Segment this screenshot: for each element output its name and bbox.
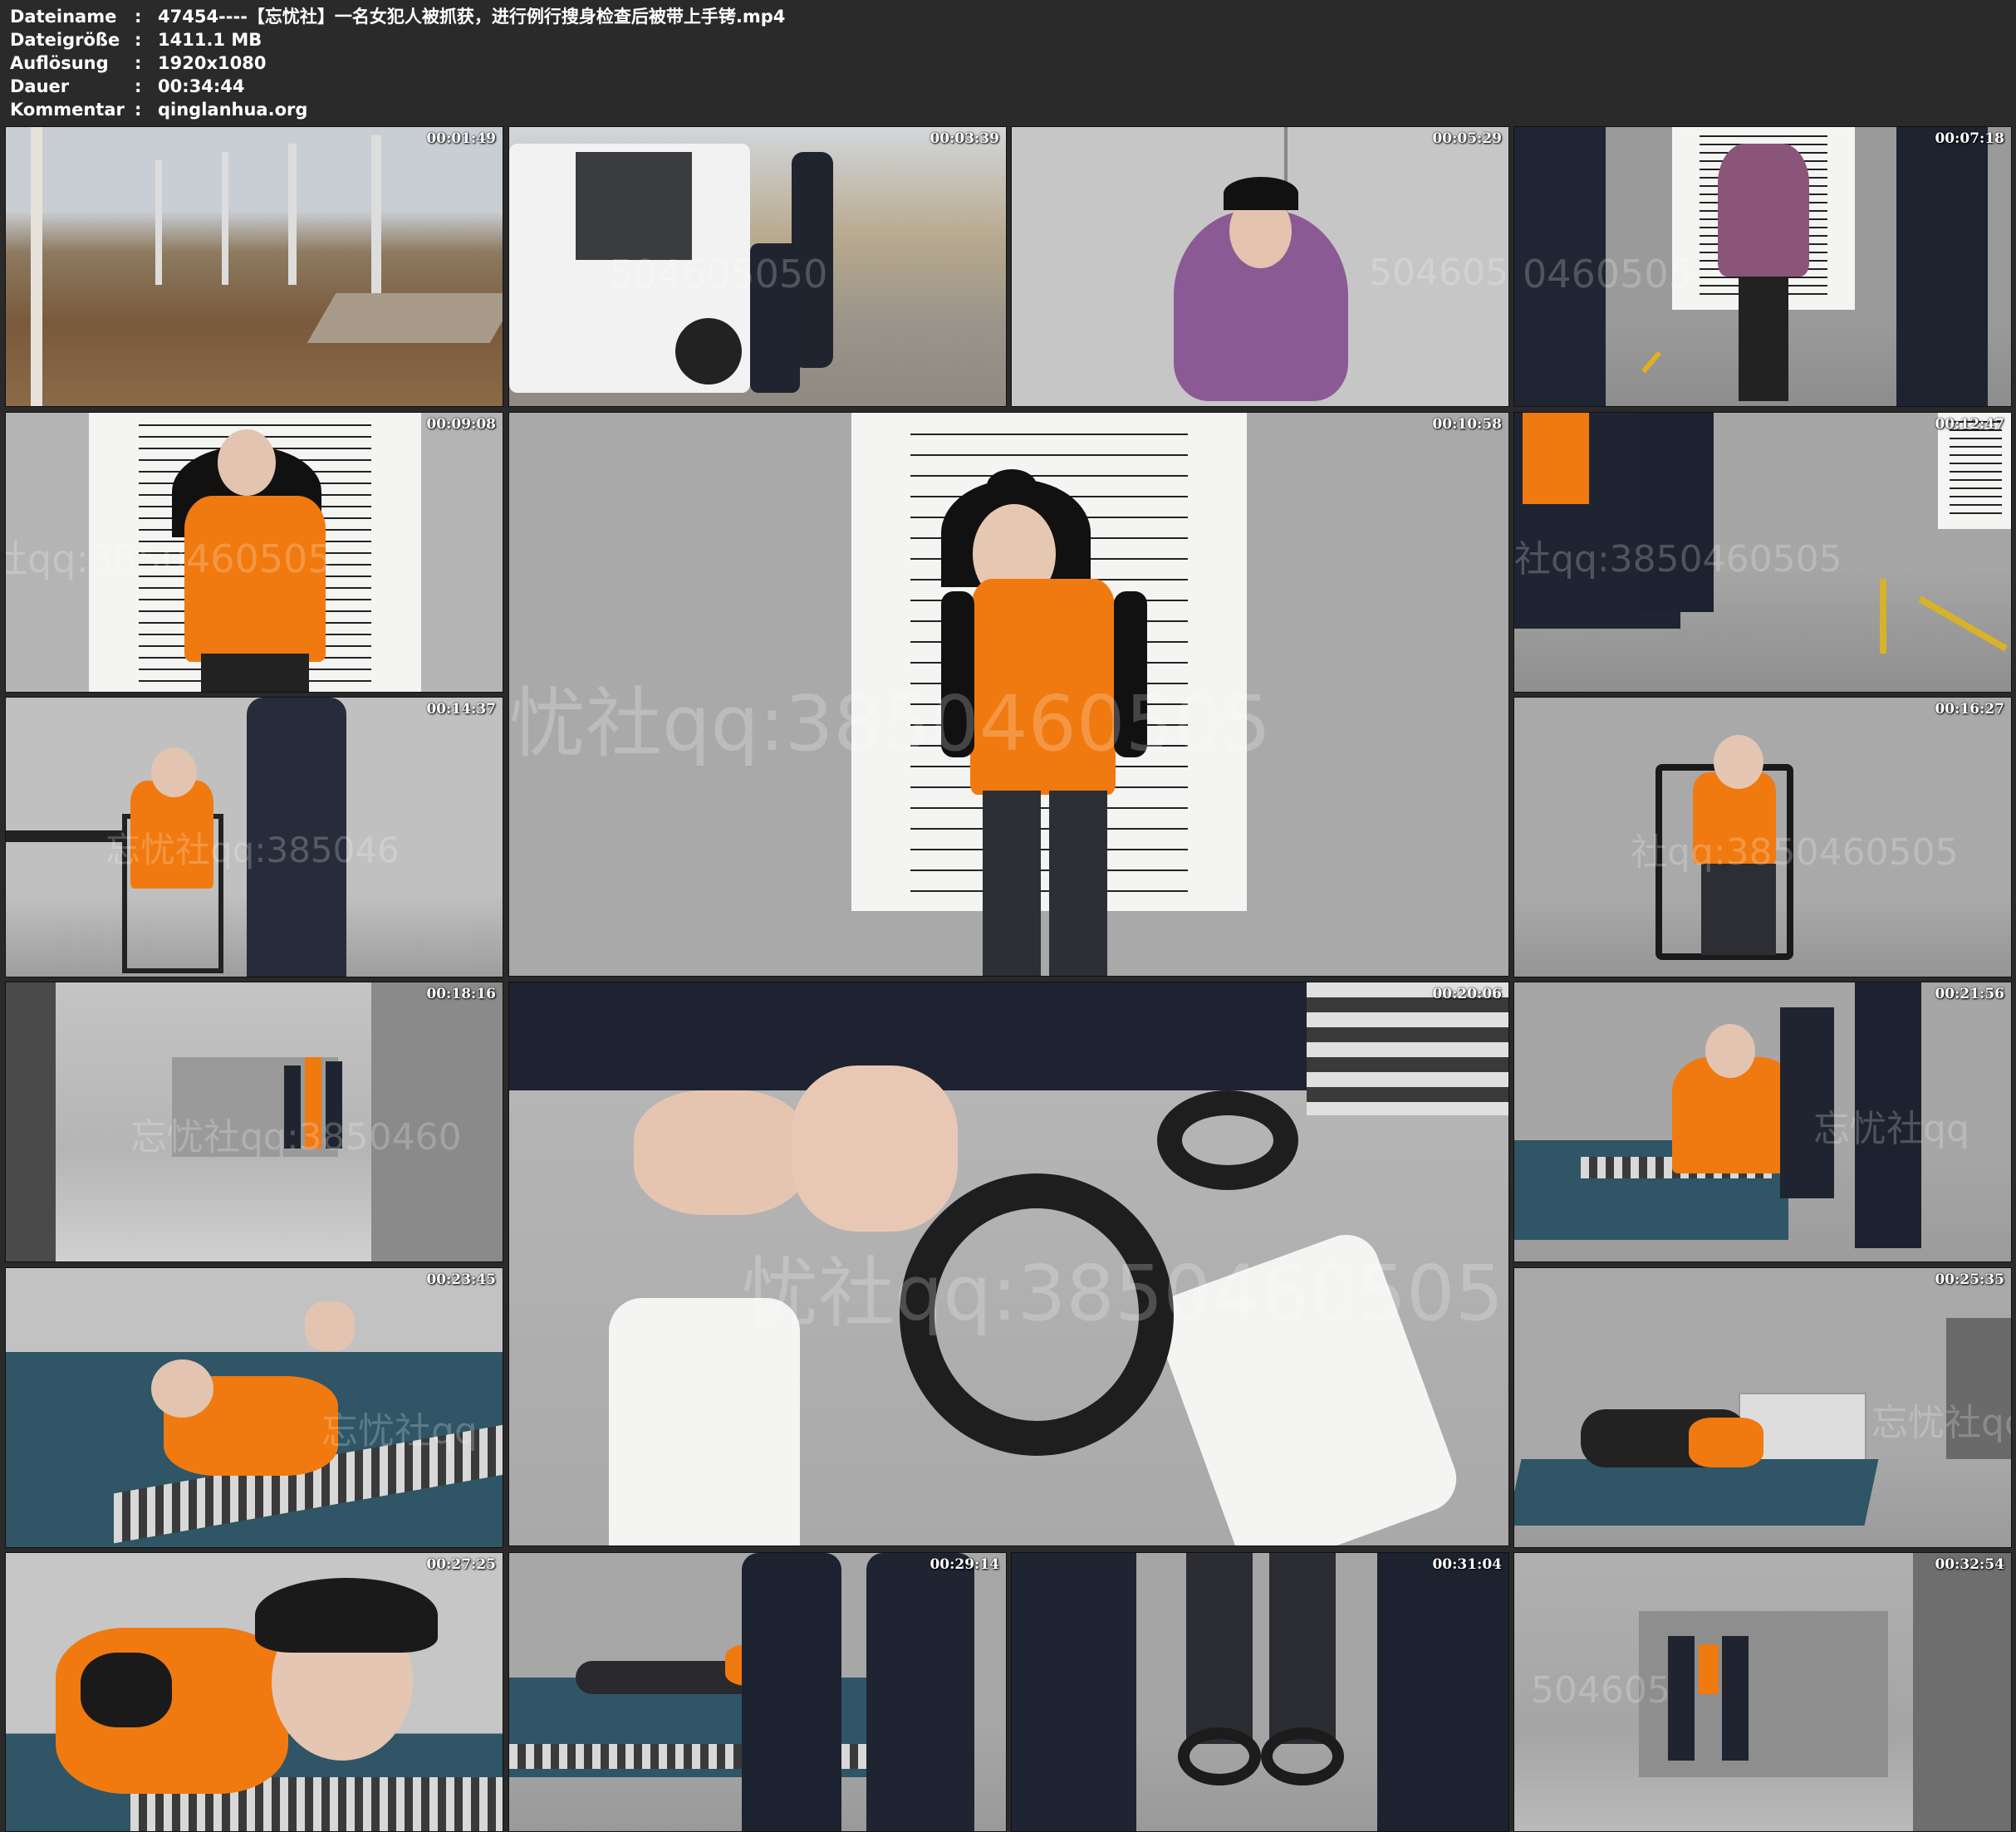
watermark: 社qq:3850460505 <box>1631 831 1959 874</box>
watermark: 504605050 <box>609 252 828 296</box>
ruler-tick <box>1949 504 2002 506</box>
ruler-tick <box>1949 454 2002 456</box>
info-sep: : <box>135 100 142 120</box>
info-value: 1920x1080 <box>158 53 267 73</box>
thumbnail-11-large[interactable]: 忧社qq:3850460505 00:20:06 <box>508 982 1509 1546</box>
ruler-tick <box>1949 487 2002 489</box>
thumbnail-16[interactable]: 00:29:14 <box>508 1552 1007 1832</box>
watermark: 忧社qq:3850460505 <box>742 1249 1504 1338</box>
timestamp: 00:27:25 <box>426 1556 496 1573</box>
watermark: 忘忧社qq:3850460 <box>130 1116 462 1158</box>
watermark: 忘忧社qq <box>321 1410 478 1452</box>
info-sep: : <box>135 76 142 96</box>
thumbnail-4[interactable]: 0460505 00:07:18 <box>1513 126 2012 407</box>
timestamp: 00:03:39 <box>930 130 999 147</box>
info-row-comment: Kommentar : qinglanhua.org <box>10 98 785 121</box>
info-key: Dateiname <box>10 7 117 27</box>
file-info-header: Dateiname : 47454----【忘忧社】一名女犯人被抓获，进行例行搜… <box>10 5 785 121</box>
ruler-tick <box>1949 479 2002 481</box>
info-row-filesize: Dateigröße : 1411.1 MB <box>10 28 785 51</box>
thumbnail-3[interactable]: 504605 00:05:29 <box>1011 126 1509 407</box>
thumbnail-18[interactable]: 504605 00:32:54 <box>1513 1552 2012 1832</box>
ruler-tick <box>910 454 1188 456</box>
thumbnail-17[interactable]: 00:31:04 <box>1011 1552 1509 1832</box>
timestamp: 00:20:06 <box>1432 986 1502 1002</box>
watermark: 社qq:3850460505 <box>1514 538 1842 580</box>
info-sep: : <box>135 7 142 27</box>
info-key: Auflösung <box>10 53 109 73</box>
watermark: 504605 <box>1531 1669 1670 1712</box>
timestamp: 00:29:14 <box>930 1556 999 1573</box>
timestamp: 00:01:49 <box>426 130 496 147</box>
ruler-tick <box>1949 446 2002 448</box>
thumbnail-7[interactable]: 社qq:3850460505 00:12:47 <box>1513 412 2012 693</box>
ruler-tick <box>139 424 371 426</box>
timestamp: 00:05:29 <box>1432 130 1502 147</box>
ruler-tick <box>1700 135 1827 137</box>
thumbnail-14[interactable]: 忘忧社qq 00:25:35 <box>1513 1267 2012 1548</box>
info-key: Dauer <box>10 76 70 96</box>
info-value: 47454----【忘忧社】一名女犯人被抓获，进行例行搜身检查后被带上手铐.mp… <box>158 7 786 27</box>
watermark: 504605 <box>1369 252 1508 294</box>
timestamp: 00:21:56 <box>1935 986 2004 1002</box>
thumbnail-12[interactable]: 忘忧社qq 00:21:56 <box>1513 982 2012 1262</box>
timestamp: 00:14:37 <box>426 701 496 718</box>
timestamp: 00:16:27 <box>1935 701 2004 718</box>
watermark: 忘忧社qq:385046 <box>105 830 400 870</box>
watermark: 忘忧社qq <box>1871 1402 2011 1444</box>
timestamp: 00:25:35 <box>1935 1271 2004 1288</box>
info-row-duration: Dauer : 00:34:44 <box>10 75 785 98</box>
timestamp: 00:32:54 <box>1935 1556 2004 1573</box>
timestamp: 00:10:58 <box>1432 416 1502 433</box>
watermark: 社qq:3850460505 <box>5 536 332 581</box>
info-key: Kommentar <box>10 100 125 120</box>
timestamp: 00:18:16 <box>426 986 496 1002</box>
ruler-tick <box>1949 471 2002 473</box>
watermark: 0460505 <box>1523 252 1693 296</box>
info-key: Dateigröße <box>10 30 120 50</box>
timestamp: 00:31:04 <box>1432 1556 1502 1573</box>
watermark: 忧社qq:3850460505 <box>509 679 1272 768</box>
thumbnail-5[interactable]: 社qq:3850460505 00:09:08 <box>5 412 503 693</box>
ruler-tick <box>910 475 1188 477</box>
info-value: 1411.1 MB <box>158 30 262 50</box>
info-value: qinglanhua.org <box>158 100 308 120</box>
thumbnail-2[interactable]: 504605050 00:03:39 <box>508 126 1007 407</box>
ruler-tick <box>910 434 1188 435</box>
thumbnail-10[interactable]: 忘忧社qq:3850460 00:18:16 <box>5 982 503 1262</box>
timestamp: 00:12:47 <box>1935 416 2004 433</box>
ruler-tick <box>1949 512 2002 514</box>
info-row-resolution: Auflösung : 1920x1080 <box>10 51 785 75</box>
thumbnail-15[interactable]: 00:27:25 <box>5 1552 503 1832</box>
info-sep: : <box>135 30 142 50</box>
thumbnail-9[interactable]: 社qq:3850460505 00:16:27 <box>1513 697 2012 977</box>
timestamp: 00:07:18 <box>1935 130 2004 147</box>
info-sep: : <box>135 53 142 73</box>
thumbnail-13[interactable]: 忘忧社qq 00:23:45 <box>5 1267 503 1548</box>
ruler-tick <box>1949 438 2002 439</box>
info-value: 00:34:44 <box>158 76 245 96</box>
thumbnail-8[interactable]: 忘忧社qq:385046 00:14:37 <box>5 697 503 977</box>
ruler-tick <box>1949 463 2002 464</box>
scene-outdoor-trees <box>6 127 503 406</box>
watermark: 忘忧社qq <box>1813 1108 1969 1150</box>
ruler-tick <box>1949 496 2002 497</box>
thumbnail-6-large[interactable]: 忧社qq:3850460505 00:10:58 <box>508 412 1509 977</box>
thumbnail-1[interactable]: 00:01:49 <box>5 126 503 407</box>
timestamp: 00:09:08 <box>426 416 496 433</box>
timestamp: 00:23:45 <box>426 1271 496 1288</box>
info-row-filename: Dateiname : 47454----【忘忧社】一名女犯人被抓获，进行例行搜… <box>10 5 785 28</box>
